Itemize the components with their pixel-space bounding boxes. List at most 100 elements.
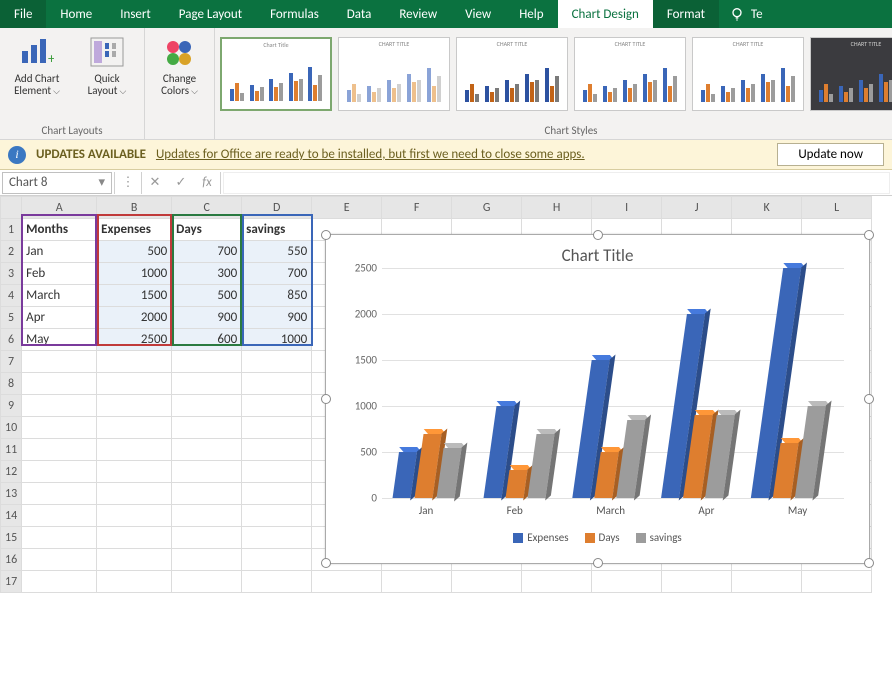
cell[interactable]: [97, 461, 172, 483]
tab-formulas[interactable]: Formulas: [256, 0, 333, 28]
row-header-8[interactable]: 8: [1, 373, 22, 395]
cell[interactable]: [22, 505, 97, 527]
tab-view[interactable]: View: [451, 0, 505, 28]
cell[interactable]: 700: [242, 263, 312, 285]
cell[interactable]: [97, 571, 172, 593]
row-header-2[interactable]: 2: [1, 241, 22, 263]
cell[interactable]: May: [22, 329, 97, 351]
cell[interactable]: [22, 395, 97, 417]
row-header-14[interactable]: 14: [1, 505, 22, 527]
tab-data[interactable]: Data: [333, 0, 386, 28]
cell[interactable]: Feb: [22, 263, 97, 285]
cell[interactable]: [242, 417, 312, 439]
resize-handle[interactable]: [321, 394, 331, 404]
select-all-cell[interactable]: [1, 197, 22, 219]
cell[interactable]: [242, 373, 312, 395]
cell[interactable]: [382, 571, 452, 593]
cell[interactable]: [22, 527, 97, 549]
cell[interactable]: [22, 373, 97, 395]
col-header-H[interactable]: H: [522, 197, 592, 219]
cell[interactable]: 1000: [242, 329, 312, 351]
cell[interactable]: [242, 571, 312, 593]
add-chart-element-button[interactable]: + Add Chart Element: [5, 37, 69, 98]
row-header-5[interactable]: 5: [1, 307, 22, 329]
cell[interactable]: [97, 505, 172, 527]
cell[interactable]: [22, 483, 97, 505]
row-header-13[interactable]: 13: [1, 483, 22, 505]
cell[interactable]: 500: [97, 241, 172, 263]
cell[interactable]: Months: [22, 219, 97, 241]
row-header-7[interactable]: 7: [1, 351, 22, 373]
tab-file[interactable]: File: [0, 0, 46, 28]
cell[interactable]: [172, 483, 242, 505]
tab-format[interactable]: Format: [653, 0, 719, 28]
tab-review[interactable]: Review: [385, 0, 451, 28]
cell[interactable]: 900: [242, 307, 312, 329]
cell[interactable]: [592, 571, 662, 593]
cell[interactable]: Days: [172, 219, 242, 241]
cell[interactable]: [97, 549, 172, 571]
cell[interactable]: 300: [172, 263, 242, 285]
legend-item[interactable]: savings: [636, 531, 682, 544]
confirm-formula-button[interactable]: ✓: [168, 175, 194, 190]
resize-handle[interactable]: [321, 558, 331, 568]
cell[interactable]: [172, 461, 242, 483]
resize-handle[interactable]: [593, 558, 603, 568]
cell[interactable]: [242, 351, 312, 373]
formula-input[interactable]: [223, 172, 890, 194]
bar-Days[interactable]: [505, 470, 527, 498]
cell[interactable]: [242, 527, 312, 549]
col-header-E[interactable]: E: [312, 197, 382, 219]
bar-Expenses[interactable]: [393, 452, 417, 498]
chart-style-1[interactable]: Chart Title: [220, 37, 332, 111]
col-header-I[interactable]: I: [592, 197, 662, 219]
cell[interactable]: [97, 417, 172, 439]
cell[interactable]: [97, 527, 172, 549]
tab-home[interactable]: Home: [46, 0, 106, 28]
cell[interactable]: 550: [242, 241, 312, 263]
cell[interactable]: [242, 395, 312, 417]
row-header-4[interactable]: 4: [1, 285, 22, 307]
cell[interactable]: [22, 351, 97, 373]
col-header-F[interactable]: F: [382, 197, 452, 219]
cell[interactable]: [22, 549, 97, 571]
row-header-17[interactable]: 17: [1, 571, 22, 593]
cell[interactable]: 500: [172, 285, 242, 307]
row-header-6[interactable]: 6: [1, 329, 22, 351]
resize-handle[interactable]: [864, 230, 874, 240]
cell[interactable]: [522, 571, 592, 593]
cell[interactable]: Jan: [22, 241, 97, 263]
cell[interactable]: 1000: [97, 263, 172, 285]
col-header-L[interactable]: L: [802, 197, 872, 219]
resize-handle[interactable]: [321, 230, 331, 240]
col-header-J[interactable]: J: [662, 197, 732, 219]
cell[interactable]: savings: [242, 219, 312, 241]
embedded-chart[interactable]: Chart Title 05001000150020002500 JanFebM…: [325, 234, 870, 564]
tab-chart-design[interactable]: Chart Design: [558, 0, 653, 28]
quick-layout-button[interactable]: Quick Layout: [75, 37, 139, 98]
cell[interactable]: 600: [172, 329, 242, 351]
cell[interactable]: [172, 351, 242, 373]
cancel-formula-button[interactable]: ✕: [142, 175, 168, 190]
col-header-K[interactable]: K: [732, 197, 802, 219]
row-header-10[interactable]: 10: [1, 417, 22, 439]
resize-handle[interactable]: [864, 394, 874, 404]
change-colors-button[interactable]: Change Colors: [148, 31, 212, 98]
cell[interactable]: [172, 439, 242, 461]
cell[interactable]: [312, 571, 382, 593]
chart-style-5[interactable]: CHART TITLE: [692, 37, 804, 111]
cell[interactable]: 850: [242, 285, 312, 307]
cell[interactable]: Expenses: [97, 219, 172, 241]
col-header-C[interactable]: C: [172, 197, 242, 219]
bar-savings[interactable]: [527, 434, 554, 498]
cell[interactable]: [802, 571, 872, 593]
cell[interactable]: [452, 571, 522, 593]
cell[interactable]: [97, 351, 172, 373]
legend-item[interactable]: Expenses: [513, 531, 568, 544]
cell[interactable]: [172, 571, 242, 593]
cell[interactable]: [172, 373, 242, 395]
cell[interactable]: [97, 395, 172, 417]
cell[interactable]: 700: [172, 241, 242, 263]
cell[interactable]: [172, 549, 242, 571]
chart-style-3[interactable]: CHART TITLE: [456, 37, 568, 111]
